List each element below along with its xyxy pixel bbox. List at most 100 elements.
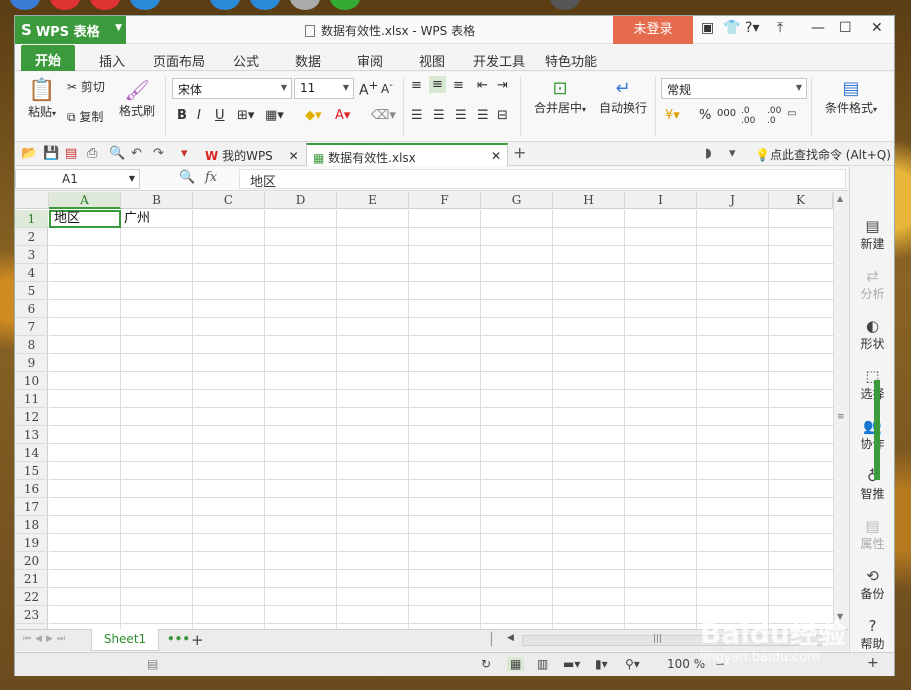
taskbar-app-icon[interactable] <box>130 0 160 10</box>
vertical-scrollbar[interactable]: ▲ ≡ ▼ <box>833 192 848 637</box>
close-icon[interactable]: ✕ <box>289 149 299 163</box>
cell-a1[interactable]: 地区 <box>49 210 121 228</box>
taskbar-app-icon[interactable] <box>290 0 320 10</box>
macro-icon[interactable]: ▤ <box>147 657 158 671</box>
panel-select[interactable]: ⬚ 选择 <box>850 367 895 402</box>
normal-view-icon[interactable]: ▦ <box>507 657 525 671</box>
column-header[interactable]: H <box>553 192 625 209</box>
sheet-tab-sheet1[interactable]: Sheet1 <box>91 629 159 651</box>
undo-icon[interactable]: ↶ <box>131 146 142 161</box>
scroll-up-icon[interactable]: ▲ <box>837 194 843 203</box>
percent-icon[interactable]: % <box>699 108 711 123</box>
panel-collaborate[interactable]: 👥 协作 <box>850 417 895 452</box>
tab-data[interactable]: 数据 <box>295 51 321 70</box>
row-header[interactable]: 11 <box>15 390 48 408</box>
taskbar-app-icon[interactable] <box>50 0 80 10</box>
row-header[interactable]: 22 <box>15 588 48 606</box>
row-header[interactable]: 4 <box>15 264 48 282</box>
convert-icon[interactable]: ▭ <box>787 108 796 119</box>
splitter-icon[interactable]: ▏ <box>491 632 500 646</box>
bold-icon[interactable]: B <box>177 108 187 123</box>
tab-insert[interactable]: 插入 <box>99 51 125 70</box>
close-button[interactable]: ✕ <box>871 20 883 36</box>
row-header[interactable]: 21 <box>15 570 48 588</box>
row-header[interactable]: 12 <box>15 408 48 426</box>
align-center-icon[interactable]: ☰ <box>433 108 445 123</box>
column-header[interactable]: I <box>625 192 697 209</box>
panel-new[interactable]: ▤ 新建 <box>850 217 895 252</box>
font-size-select[interactable]: 11 ▼ <box>294 78 354 99</box>
more-sheets-icon[interactable]: ••• <box>167 632 190 646</box>
panel-backup[interactable]: ⟲ 备份 <box>850 567 895 602</box>
wrap-text-button[interactable]: ↵ 自动换行 <box>597 78 649 116</box>
row-header[interactable]: 6 <box>15 300 48 318</box>
row-header[interactable]: 9 <box>15 354 48 372</box>
print-preview-icon[interactable]: 🔍 <box>109 146 125 161</box>
decrease-font-icon[interactable]: A- <box>381 80 393 96</box>
sheet-nav-icons[interactable]: ⏮◀▶⏭ <box>23 634 69 644</box>
fx-icon[interactable]: fx <box>205 170 217 185</box>
row-header[interactable]: 5 <box>15 282 48 300</box>
tab-special-features[interactable]: 特色功能 <box>545 51 597 70</box>
underline-icon[interactable]: U <box>215 108 225 123</box>
row-header[interactable]: 10 <box>15 372 48 390</box>
customize-icon[interactable]: ▾ <box>181 146 188 161</box>
skin-icon[interactable]: ▣ <box>701 20 714 36</box>
border-icon[interactable]: ⊞▾ <box>237 108 254 123</box>
italic-icon[interactable]: I <box>197 108 201 123</box>
column-header[interactable]: B <box>121 192 193 209</box>
taskbar-app-icon[interactable] <box>210 0 240 10</box>
align-right-icon[interactable]: ☰ <box>455 108 467 123</box>
select-all-corner[interactable] <box>15 192 49 209</box>
name-box[interactable]: A1 ▼ <box>15 169 140 189</box>
history-icon[interactable]: ↻ <box>481 657 491 671</box>
help-button[interactable]: ?▾ <box>745 20 759 36</box>
column-header[interactable]: K <box>769 192 833 209</box>
row-header[interactable]: 23 <box>15 606 48 624</box>
increase-decimal-icon[interactable]: .0.00 <box>741 106 755 126</box>
taskbar-app-icon[interactable] <box>10 0 40 10</box>
row-header[interactable]: 3 <box>15 246 48 264</box>
column-header[interactable]: C <box>193 192 265 209</box>
row-header[interactable]: 14 <box>15 444 48 462</box>
number-format-select[interactable]: 常规 ▼ <box>661 78 807 99</box>
decrease-indent-icon[interactable]: ⇤ <box>477 78 488 93</box>
row-header[interactable]: 17 <box>15 498 48 516</box>
doc-tab-my-wps[interactable]: W 我的WPS ✕ <box>205 143 305 166</box>
export-pdf-icon[interactable]: ▤ <box>65 146 77 161</box>
tab-review[interactable]: 审阅 <box>357 51 383 70</box>
taskbar-app-icon[interactable] <box>330 0 360 10</box>
shirt-icon[interactable]: 👕 <box>723 20 740 36</box>
flag-icon[interactable]: ▾ <box>729 146 736 161</box>
add-sheet-icon[interactable]: + <box>191 631 204 649</box>
doc-tab-active[interactable]: ▦ 数据有效性.xlsx ✕ <box>306 143 508 166</box>
format-painter-button[interactable]: 🖌 格式刷 <box>119 78 155 119</box>
align-bottom-icon[interactable]: ≡ <box>453 78 464 93</box>
merge-center-button[interactable]: ⊡ 合并居中▾ <box>527 78 593 116</box>
column-header[interactable]: A <box>49 192 121 209</box>
align-middle-icon[interactable]: ≡ <box>429 76 446 93</box>
new-tab-icon[interactable]: + <box>513 143 526 162</box>
save-icon[interactable]: 💾 <box>43 146 59 161</box>
cell-b1[interactable]: 广州 <box>121 210 193 228</box>
clear-format-icon[interactable]: ⌫▾ <box>371 108 396 123</box>
redo-icon[interactable]: ↷ <box>153 146 164 161</box>
location-icon[interactable]: ⚲▾ <box>625 657 640 671</box>
row-header[interactable]: 8 <box>15 336 48 354</box>
increase-font-icon[interactable]: A+ <box>359 78 378 99</box>
column-header[interactable]: D <box>265 192 337 209</box>
dark-mode-icon[interactable]: ◗ <box>705 146 712 161</box>
tab-developer[interactable]: 开发工具 <box>473 51 525 70</box>
tab-home[interactable]: 开始 <box>21 45 76 71</box>
font-color-icon[interactable]: A▾ <box>335 108 350 123</box>
row-header[interactable]: 13 <box>15 426 48 444</box>
currency-icon[interactable]: ¥▾ <box>665 108 680 123</box>
formula-input[interactable]: 地区 <box>239 169 846 190</box>
command-search[interactable]: 💡点此查找命令 (Alt+Q) <box>755 146 891 163</box>
panel-shapes[interactable]: ◐ 形状 <box>850 317 895 352</box>
app-menu-button[interactable]: S WPS 表格 ▼ <box>15 16 126 44</box>
justify-icon[interactable]: ☰ <box>477 108 489 123</box>
panel-collapse-handle[interactable] <box>874 380 880 480</box>
conditional-format-button[interactable]: ▤ 条件格式▾ <box>821 78 881 116</box>
font-name-select[interactable]: 宋体 ▼ <box>172 78 292 99</box>
